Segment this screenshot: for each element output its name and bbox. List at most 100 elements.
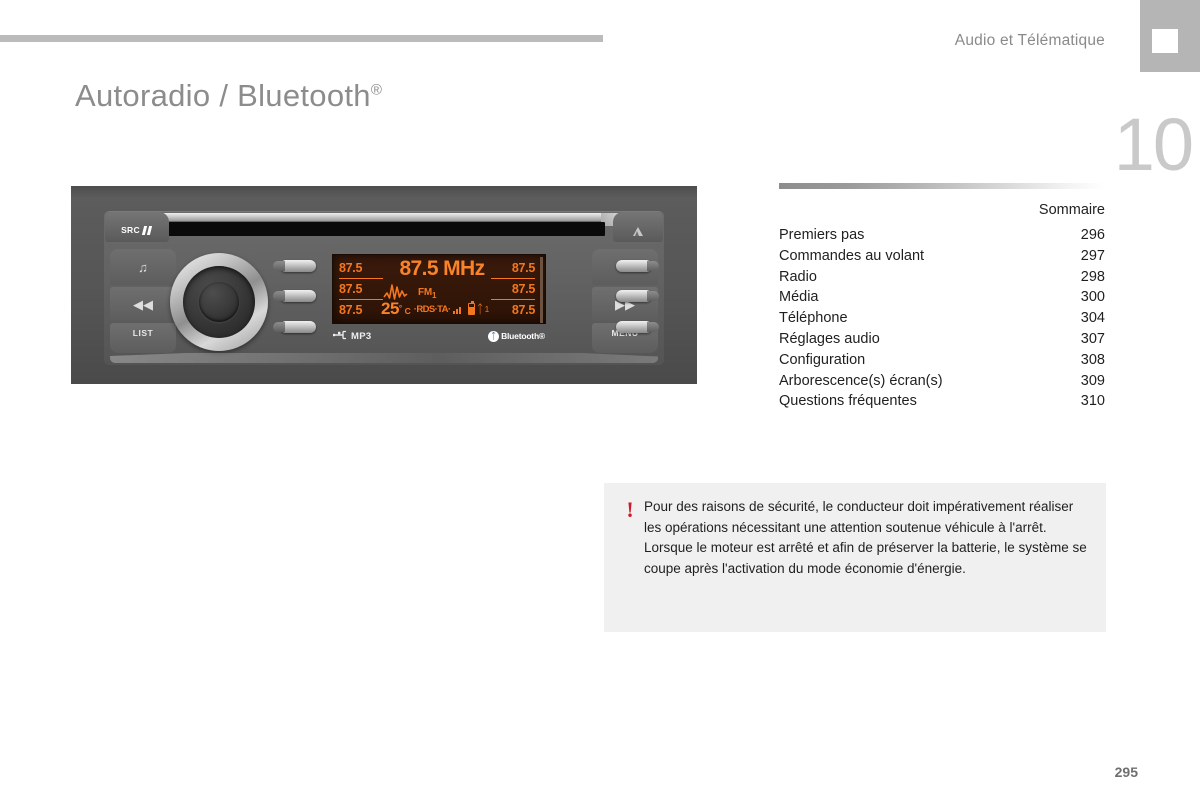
cd-bezel <box>104 211 664 244</box>
usb-icon <box>332 327 347 345</box>
toc-row[interactable]: Téléphone 304 <box>779 308 1105 329</box>
toc-page-number: 298 <box>1080 268 1105 285</box>
preset-soft-key-1[interactable] <box>273 260 316 272</box>
display-scrollbar <box>540 257 543 323</box>
display-footer-strip: MP3 ᛏ Bluetooth® <box>332 327 546 345</box>
eject-triangle-icon <box>633 227 643 236</box>
car-radio-illustration: SRC ♫ ◀◀ LIST ↵ <box>71 186 697 384</box>
section-label: Audio et Télématique <box>954 32 1105 49</box>
toc-page-number: 300 <box>1080 289 1105 306</box>
display-temperature: 25° <box>381 300 402 317</box>
preset-soft-key-4[interactable] <box>616 260 659 272</box>
preset-list-left: 87.5 87.5 87.5 <box>339 258 383 320</box>
manual-page: Audio et Télématique 10 Autoradio / Blue… <box>0 0 1200 800</box>
radio-display: 87.5 87.5 87.5 87.5 87.5 87.5 87.5 MHz F… <box>332 254 546 324</box>
bluetooth-icon: ᛏ <box>488 330 500 342</box>
usb-mp3-group: MP3 <box>332 327 372 345</box>
preset-value: 87.5 <box>339 278 383 299</box>
toc-page-number: 304 <box>1080 310 1105 327</box>
eject-button[interactable] <box>613 212 663 242</box>
summary-rule <box>779 183 1105 189</box>
preset-soft-key-2[interactable] <box>273 290 316 302</box>
music-note-icon: ♫ <box>138 259 148 275</box>
summary-heading: Sommaire <box>1038 202 1105 218</box>
toc-row[interactable]: Radio 298 <box>779 267 1105 288</box>
header-rule <box>0 35 603 42</box>
exclamation-icon: ! <box>626 497 634 522</box>
preset-value: 87.5 <box>339 261 363 275</box>
preset-soft-key-5[interactable] <box>616 290 659 302</box>
preset-soft-key-6[interactable] <box>616 321 659 333</box>
cd-slot[interactable] <box>162 222 605 236</box>
bluetooth-logo: ᛏ Bluetooth® <box>488 330 545 342</box>
toc-row[interactable]: Média 300 <box>779 287 1105 308</box>
chapter-number: 10 <box>1113 103 1194 186</box>
toc-label: Média <box>779 289 819 306</box>
display-band: FM1 <box>418 287 437 301</box>
knob-middle-ring <box>183 266 255 338</box>
warning-paragraph-1: Pour des raisons de sécurité, le conduct… <box>644 499 1074 535</box>
preset-value: 87.5 <box>339 299 383 320</box>
safety-warning-text: Pour des raisons de sécurité, le conduct… <box>644 497 1088 618</box>
rewind-icon: ◀◀ <box>133 296 153 312</box>
knob-center <box>199 282 239 322</box>
band-index: 1 <box>432 291 437 300</box>
warning-paragraph-2: Lorsque le moteur est arrêté et afin de … <box>644 540 1087 576</box>
src-button-label: SRC <box>121 225 140 235</box>
toc-label: Réglages audio <box>779 330 880 347</box>
page-title-text: Autoradio / Bluetooth <box>75 78 371 113</box>
temperature-value: 25 <box>381 299 399 318</box>
toc-label: Questions fréquentes <box>779 393 917 410</box>
summary-block: Sommaire Premiers pas 296 Commandes au vol… <box>779 183 1105 412</box>
src-button[interactable]: SRC <box>105 212 169 242</box>
display-status-row: 25° C ·RDS·TA· ᛏ 1 <box>381 300 503 317</box>
registered-trademark-icon: ® <box>370 81 383 99</box>
toc-page-number: 309 <box>1080 372 1105 389</box>
media-source-button[interactable]: ♫ <box>110 249 176 285</box>
radio-fascia: SRC ♫ ◀◀ LIST ↵ <box>104 211 664 365</box>
page-title: Autoradio / Bluetooth® <box>75 78 382 114</box>
toc-label: Téléphone <box>779 310 848 327</box>
toc-label: Premiers pas <box>779 227 865 243</box>
toc-page-number: 307 <box>1080 330 1105 347</box>
display-frequency: 87.5 MHz <box>399 257 485 280</box>
toc-page-number: 310 <box>1080 393 1105 410</box>
mp3-label: MP3 <box>351 330 372 342</box>
toc-row[interactable]: Questions fréquentes 310 <box>779 391 1105 412</box>
volume-rotary-knob[interactable] <box>170 253 268 351</box>
bluetooth-label: Bluetooth® <box>501 331 545 341</box>
temperature-unit: C <box>404 306 411 316</box>
toc-label: Radio <box>779 268 817 285</box>
band-name: FM <box>418 287 433 298</box>
degree-symbol: ° <box>398 304 402 313</box>
toc-row[interactable]: Arborescence(s) écran(s) 309 <box>779 371 1105 392</box>
cd-bezel-chrome <box>142 213 622 221</box>
toc-row[interactable]: Réglages audio 307 <box>779 329 1105 350</box>
bluetooth-device-count: 1 <box>484 305 490 314</box>
table-of-contents: Premiers pas 296 Commandes au volant 297 Rad… <box>779 225 1105 412</box>
bluetooth-icon: ᛏ <box>476 302 484 316</box>
signal-bars-icon <box>453 307 462 317</box>
list-button[interactable]: LIST <box>110 323 176 353</box>
display-band-row: FM1 <box>383 281 501 301</box>
toc-label: Configuration <box>779 351 866 368</box>
toc-label: Commandes au volant <box>779 247 925 264</box>
pause-bars-icon <box>141 225 153 235</box>
chapter-tab <box>1140 0 1200 72</box>
display-phone-status: ᛏ 1 <box>468 301 490 317</box>
waveform-icon <box>383 281 417 301</box>
toc-label: Arborescence(s) écran(s) <box>779 372 943 389</box>
fascia-highlight <box>110 353 658 363</box>
previous-track-button[interactable]: ◀◀ <box>110 287 176 321</box>
toc-page-number: 308 <box>1080 351 1105 368</box>
battery-icon <box>468 301 476 315</box>
display-rds-ta: ·RDS·TA· <box>413 304 451 315</box>
left-key-block: ♫ ◀◀ LIST <box>110 249 176 353</box>
preset-soft-key-3[interactable] <box>273 321 316 333</box>
safety-warning-box: ! Pour des raisons de sécurité, le condu… <box>604 483 1106 632</box>
toc-row[interactable]: Premiers pas 296 <box>779 225 1105 246</box>
toc-row[interactable]: Configuration 308 <box>779 350 1105 371</box>
toc-page-number: 297 <box>1080 247 1105 264</box>
toc-row[interactable]: Commandes au volant 297 <box>779 246 1105 267</box>
page-number: 295 <box>1114 764 1138 780</box>
